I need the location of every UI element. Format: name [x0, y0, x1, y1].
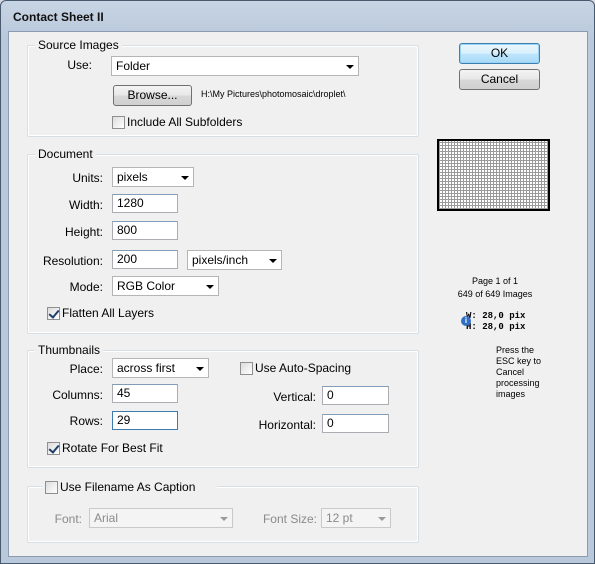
- include-subfolders-checkbox[interactable]: [112, 116, 125, 129]
- ok-button[interactable]: OK: [459, 43, 540, 64]
- font-size-select-value: 12 pt: [326, 511, 353, 525]
- horizontal-spacing-input[interactable]: 0: [322, 414, 389, 433]
- window-title: Contact Sheet II: [13, 10, 104, 24]
- use-select-value: Folder: [116, 59, 151, 73]
- chevron-down-icon: [269, 259, 277, 263]
- folder-path: H:\My Pictures\photomosaic\droplet\: [201, 89, 346, 99]
- rows-input[interactable]: 29: [112, 411, 178, 430]
- source-images-section-label: Source Images: [35, 38, 122, 52]
- vertical-label: Vertical:: [273, 390, 316, 404]
- rotate-best-fit-checkbox[interactable]: [47, 442, 60, 455]
- chevron-down-icon: [181, 176, 189, 180]
- resolution-unit-value: pixels/inch: [192, 253, 249, 267]
- image-count-text: 649 of 649 Images: [457, 289, 533, 299]
- units-label: Units:: [72, 171, 103, 185]
- font-size-label: Font Size:: [262, 512, 317, 526]
- filename-caption-checkbox[interactable]: [45, 481, 58, 494]
- vertical-spacing-input[interactable]: 0: [322, 386, 389, 405]
- columns-label: Columns:: [52, 388, 103, 402]
- chevron-down-icon: [196, 367, 204, 371]
- auto-spacing-checkbox[interactable]: [240, 362, 253, 375]
- mode-label: Mode:: [69, 280, 103, 294]
- thumb-height-text: H: 28,0 pix: [466, 322, 526, 332]
- width-input[interactable]: 1280: [112, 194, 178, 213]
- auto-spacing-label: Use Auto-Spacing: [255, 361, 352, 375]
- units-select-value: pixels: [117, 170, 148, 184]
- chevron-down-icon: [220, 517, 228, 521]
- document-section-label: Document: [35, 147, 96, 161]
- use-label: Use:: [67, 58, 92, 72]
- height-input[interactable]: 800: [112, 221, 178, 240]
- resolution-input[interactable]: 200: [112, 250, 178, 269]
- place-label: Place:: [69, 362, 103, 376]
- layout-preview-grid: [437, 139, 550, 211]
- rotate-best-fit-label: Rotate For Best Fit: [62, 441, 163, 455]
- place-select[interactable]: across first: [112, 358, 209, 378]
- info-icon: i: [461, 316, 471, 326]
- chevron-down-icon: [346, 65, 354, 69]
- esc-hint-line: processing: [496, 378, 540, 388]
- units-select[interactable]: pixels: [112, 167, 194, 187]
- place-select-value: across first: [117, 361, 176, 375]
- title-bar[interactable]: Contact Sheet II: [1, 1, 594, 35]
- font-select-value: Arial: [94, 511, 119, 525]
- chevron-down-icon: [206, 285, 214, 289]
- esc-hint-line: images: [496, 389, 526, 399]
- page-count-text: Page 1 of 1: [471, 276, 519, 286]
- resolution-label: Resolution:: [42, 254, 103, 268]
- mode-select[interactable]: RGB Color: [112, 276, 219, 296]
- esc-hint-line: ESC key to: [496, 356, 542, 366]
- browse-button[interactable]: Browse...: [113, 85, 192, 106]
- filename-caption-label: Use Filename As Caption: [60, 480, 196, 494]
- columns-input[interactable]: 45: [112, 384, 178, 403]
- use-select[interactable]: Folder: [111, 56, 359, 76]
- resolution-unit-select[interactable]: pixels/inch: [187, 250, 282, 270]
- font-label: Font:: [54, 512, 82, 526]
- esc-hint-text: Press the ESC key to Cancel processing i…: [496, 345, 541, 400]
- chevron-down-icon: [378, 517, 386, 521]
- rows-label: Rows:: [69, 414, 103, 428]
- height-label: Height:: [64, 225, 103, 239]
- cancel-button[interactable]: Cancel: [459, 69, 540, 90]
- esc-hint-line: Cancel: [496, 367, 525, 377]
- esc-hint-line: Press the: [496, 345, 535, 355]
- font-select[interactable]: Arial: [89, 508, 233, 528]
- thumbnails-section-label: Thumbnails: [35, 343, 104, 357]
- horizontal-label: Horizontal:: [258, 418, 316, 432]
- include-subfolders-label: Include All Subfolders: [127, 115, 243, 129]
- thumb-width-text: W: 28,0 pix: [466, 311, 526, 321]
- flatten-layers-label: Flatten All Layers: [62, 306, 155, 320]
- mode-select-value: RGB Color: [117, 279, 176, 293]
- width-label: Width:: [68, 198, 103, 212]
- flatten-layers-checkbox[interactable]: [47, 307, 60, 320]
- font-size-select[interactable]: 12 pt: [321, 508, 391, 528]
